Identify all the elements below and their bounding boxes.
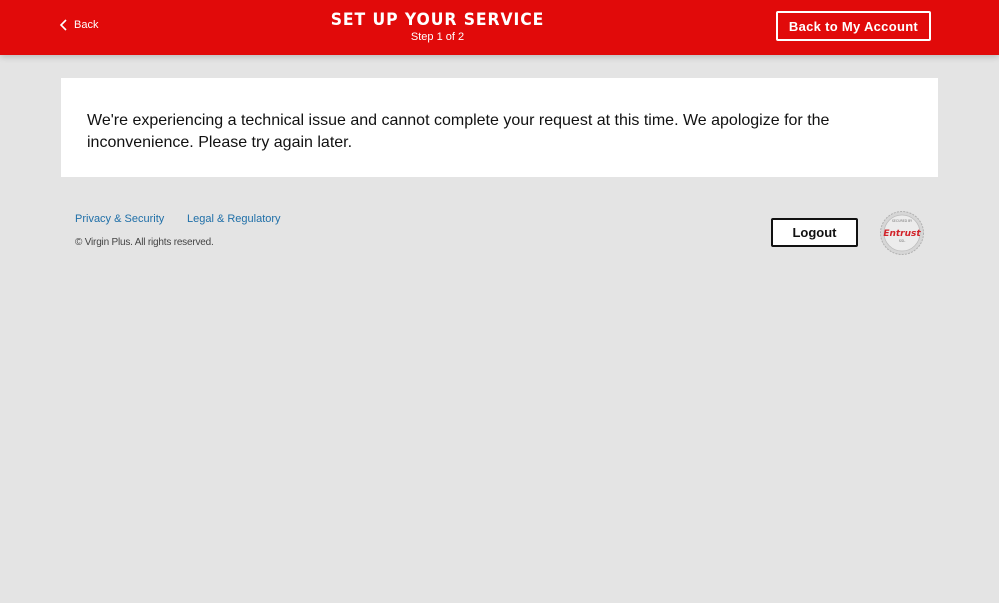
logout-button[interactable]: Logout <box>771 218 858 247</box>
top-header-bar: Back SET UP YOUR SERVICE Step 1 of 2 Bac… <box>0 0 999 55</box>
entrust-ssl-seal-icon[interactable]: SECURED BY Entrust SSL <box>879 210 925 256</box>
seal-brand-text: Entrust <box>883 229 921 239</box>
privacy-security-link[interactable]: Privacy & Security <box>75 213 164 225</box>
legal-regulatory-link[interactable]: Legal & Regulatory <box>187 213 281 225</box>
error-message-card: We're experiencing a technical issue and… <box>61 78 938 177</box>
step-indicator: Step 1 of 2 <box>410 31 465 43</box>
page-title: SET UP YOUR SERVICE <box>330 10 545 30</box>
page-heading: SET UP YOUR SERVICE Step 1 of 2 <box>0 9 875 44</box>
seal-top-text: SECURED BY <box>892 219 912 223</box>
back-to-my-account-button[interactable]: Back to My Account <box>776 11 931 41</box>
seal-sub-text: SSL <box>899 239 906 243</box>
error-message: We're experiencing a technical issue and… <box>87 112 830 151</box>
copyright-text: © Virgin Plus. All rights reserved. <box>75 237 214 248</box>
